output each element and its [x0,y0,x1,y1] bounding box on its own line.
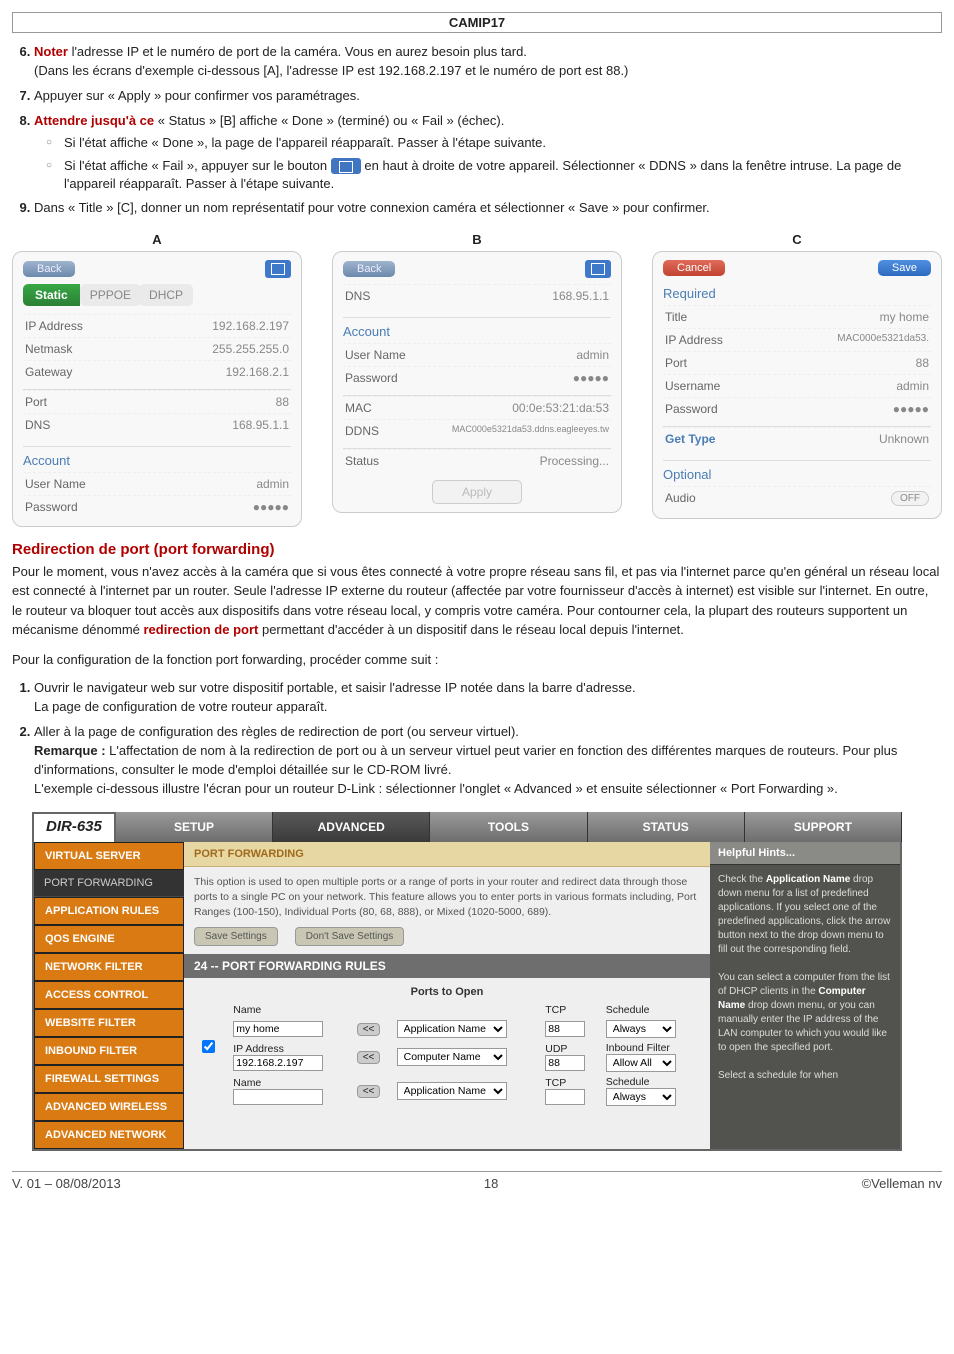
rules-header: 24 -- PORT FORWARDING RULES [184,954,710,978]
main-content: PORT FORWARDING This option is used to o… [184,842,710,1149]
tab-static[interactable]: Static [23,284,80,306]
help-body: Check the Application Name drop down men… [710,865,900,1091]
name-input[interactable] [233,1021,323,1037]
menu-icon[interactable] [585,260,611,278]
ip-input[interactable] [233,1055,323,1071]
panel-a: Back Static PPPOE DHCP IP Address192.168… [12,251,302,527]
page-header: CAMIP17 [12,12,942,33]
sidebar-item-access-control[interactable]: ACCESS CONTROL [34,981,184,1009]
step-6: Noter l'adresse IP et le numéro de port … [34,43,942,81]
help-header: Helpful Hints... [710,842,900,865]
pf-step1: Ouvrir le navigateur web sur votre dispo… [34,679,942,717]
menu-icon[interactable] [265,260,291,278]
tab-pppoe[interactable]: PPPOE [80,284,141,306]
sidebar-item-port-forwarding[interactable]: PORT FORWARDING [34,870,184,897]
udp-input[interactable] [545,1055,585,1071]
panels-row: A Back Static PPPOE DHCP IP Address192.1… [12,232,942,527]
schedule-select[interactable]: Always [606,1020,676,1038]
app-select[interactable]: Application Name [397,1082,507,1100]
table-row: << Application Name Always [194,1018,700,1040]
save-settings-button[interactable]: Save Settings [194,927,278,946]
panel-a-label: A [12,232,302,247]
help-panel: Helpful Hints... Check the Application N… [710,842,900,1149]
table-row: IP Address << Computer Name UDP Inbound … [194,1040,700,1074]
section-title: PORT FORWARDING [184,842,710,867]
panel-b: Back DNS168.95.1.1 Account User Nameadmi… [332,251,622,513]
back-button[interactable]: Back [343,261,395,277]
tab-dhcp[interactable]: DHCP [139,284,193,306]
name-input[interactable] [233,1089,323,1105]
cancel-button[interactable]: Cancel [663,260,725,276]
dlink-screenshot: DIR-635 SETUP ADVANCED TOOLS STATUS SUPP… [32,812,902,1151]
panel-c-label: C [652,232,942,247]
step8-bullet2: Si l'état affiche « Fail », appuyer sur … [46,157,942,193]
dont-save-button[interactable]: Don't Save Settings [295,927,405,946]
apply-button[interactable]: Apply [432,480,522,504]
pf-paragraph: Pour le moment, vous n'avez accès à la c… [12,562,942,640]
row-checkbox[interactable] [202,1040,215,1053]
sidebar-item-website-filter[interactable]: WEBSITE FILTER [34,1009,184,1037]
filter-select[interactable]: Allow All [606,1054,676,1072]
tcp-input[interactable] [545,1021,585,1037]
computer-select[interactable]: Computer Name [397,1048,507,1066]
sidebar-item-adv-wireless[interactable]: ADVANCED WIRELESS [34,1093,184,1121]
copy-button[interactable]: << [357,1051,381,1064]
pf-step2: Aller à la page de configuration des règ… [34,723,942,798]
router-model: DIR-635 [32,812,116,842]
audio-toggle[interactable]: OFF [891,491,929,506]
tab-advanced[interactable]: ADVANCED [273,812,430,842]
table-row: Name << Application Name TCP Schedule Al… [194,1074,700,1108]
pf-lead: Pour la configuration de la fonction por… [12,650,942,670]
app-select[interactable]: Application Name [397,1020,507,1038]
step-7: Appuyer sur « Apply » pour confirmer vos… [34,87,942,106]
schedule-select[interactable]: Always [606,1088,676,1106]
tab-setup[interactable]: SETUP [116,812,273,842]
section-desc: This option is used to open multiple por… [184,867,710,927]
sidebar-item-application-rules[interactable]: APPLICATION RULES [34,897,184,925]
sidebar-item-adv-network[interactable]: ADVANCED NETWORK [34,1121,184,1149]
sidebar-item-qos[interactable]: QOS ENGINE [34,925,184,953]
back-button[interactable]: Back [23,261,75,277]
tcp-input[interactable] [545,1089,585,1105]
tab-support[interactable]: SUPPORT [745,812,902,842]
panel-b-label: B [332,232,622,247]
step-8: Attendre jusqu'à ce « Status » [B] affic… [34,112,942,193]
sidebar: VIRTUAL SERVER PORT FORWARDING APPLICATI… [34,842,184,1149]
copy-button[interactable]: << [357,1023,381,1036]
copy-button[interactable]: << [357,1085,381,1098]
menu-icon [331,158,361,174]
sidebar-item-network-filter[interactable]: NETWORK FILTER [34,953,184,981]
save-button[interactable]: Save [878,260,931,276]
step-9: Dans « Title » [C], donner un nom représ… [34,199,942,218]
sidebar-item-firewall[interactable]: FIREWALL SETTINGS [34,1065,184,1093]
panel-c: Cancel Save Required Titlemy home IP Add… [652,251,942,519]
pf-title: Redirection de port (port forwarding) [12,541,942,558]
tab-tools[interactable]: TOOLS [430,812,587,842]
page-footer: V. 01 – 08/08/2013 18 ©Velleman nv [12,1171,942,1191]
sidebar-item-inbound-filter[interactable]: INBOUND FILTER [34,1037,184,1065]
step8-bullet1: Si l'état affiche « Done », la page de l… [46,134,942,152]
tab-status[interactable]: STATUS [588,812,745,842]
sidebar-item-virtual-server[interactable]: VIRTUAL SERVER [34,842,184,870]
